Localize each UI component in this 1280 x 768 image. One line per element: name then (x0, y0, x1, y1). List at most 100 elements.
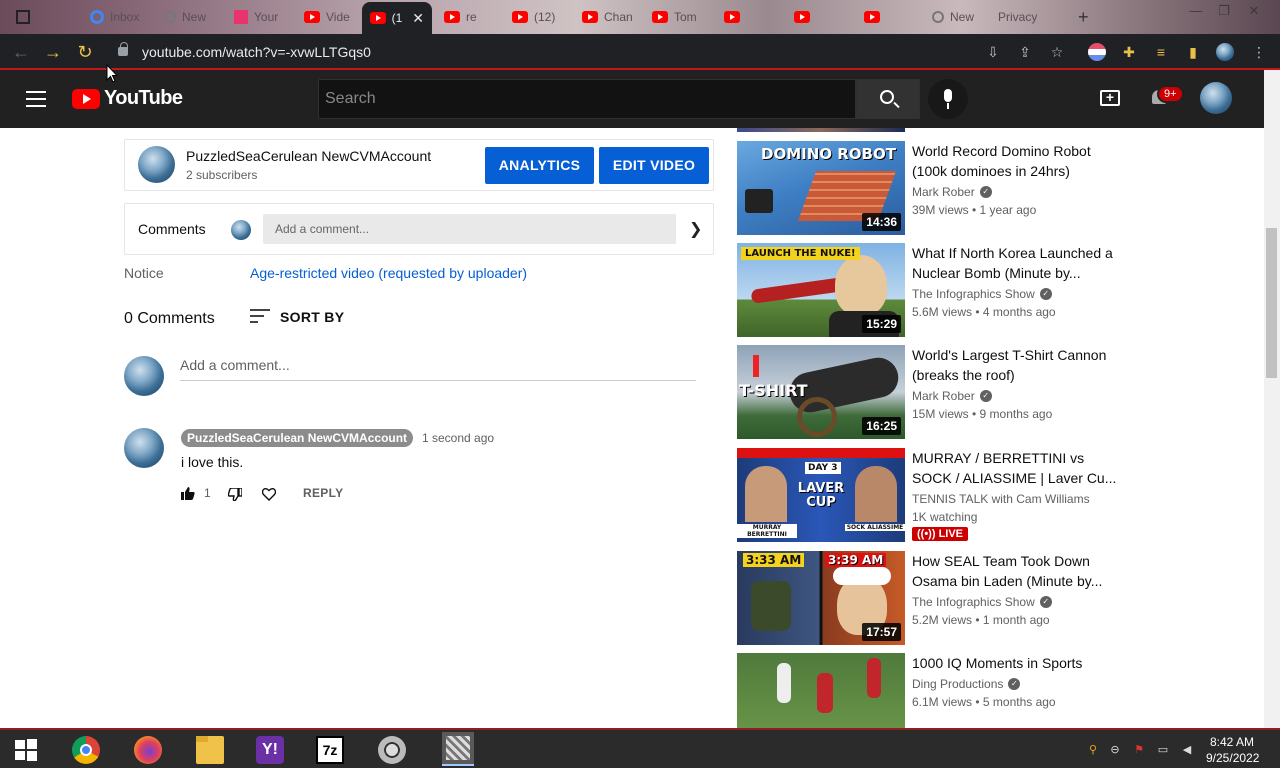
forward-icon[interactable]: → (42, 41, 64, 63)
tab-yt-b[interactable] (786, 4, 818, 30)
tab-yt-c[interactable] (856, 4, 888, 30)
browser-menu-icon[interactable]: ⋮ (1250, 43, 1268, 61)
close-window-icon[interactable]: ✕ (1240, 2, 1268, 20)
share-icon[interactable]: ⇪ (1016, 43, 1034, 61)
film-reel-icon[interactable] (378, 736, 406, 764)
video-channel[interactable]: The Infographics Show ✓ (912, 287, 1052, 301)
active-app-icon[interactable] (442, 732, 474, 766)
recommended-video[interactable]: 1000 IQ Moments in Sports Ding Productio… (737, 653, 1137, 728)
extensions-puzzle-icon[interactable]: ✚ (1120, 43, 1138, 61)
chrome-taskbar-icon[interactable] (72, 736, 100, 764)
new-tab-icon[interactable]: + (1070, 4, 1097, 30)
page-scrollbar-thumb[interactable] (1266, 228, 1277, 378)
recommended-video[interactable]: LAUNCH THE NUKE! 15:29 What If North Kor… (737, 243, 1137, 337)
taskbar-clock-date[interactable]: 9/25/2022 (1206, 751, 1259, 765)
tab-12[interactable]: (12) (504, 4, 563, 30)
video-thumbnail[interactable]: DOMINO ROBOT 14:36 (737, 141, 905, 235)
edit-video-button[interactable]: EDIT VIDEO (599, 147, 709, 184)
recommended-video[interactable]: DAY 3 LAVER CUP MURRAY BERRETTINI SOCK A… (737, 448, 1137, 544)
back-icon[interactable]: ← (10, 41, 32, 63)
create-video-icon[interactable]: + (1100, 90, 1120, 106)
search-button[interactable] (856, 79, 920, 119)
tab-privacy[interactable]: Privacy (990, 4, 1045, 30)
recommended-video[interactable]: 3:33 AM 3:39 AM 17:57 How SEAL Team Took… (737, 551, 1137, 645)
minimize-icon[interactable]: — (1182, 2, 1210, 20)
tab-inbox[interactable]: Inbox (82, 4, 147, 30)
tab-tom[interactable]: Tom (644, 4, 705, 30)
7zip-icon[interactable]: 7z (316, 736, 344, 764)
bookmark-star-icon[interactable]: ☆ (1048, 43, 1066, 61)
video-title[interactable]: World Record Domino Robot (100k dominoes… (912, 141, 1127, 181)
profile-avatar-icon[interactable] (1216, 43, 1234, 61)
comment-author-name[interactable]: PuzzledSeaCerulean NewCVMAccount (181, 429, 414, 447)
recommended-video[interactable]: T-SHIRT 16:25 World's Largest T-Shirt Ca… (737, 345, 1137, 439)
video-title[interactable]: World's Largest T-Shirt Cannon (breaks t… (912, 345, 1127, 385)
tab-yt-a[interactable] (716, 4, 748, 30)
video-thumbnail[interactable]: DAY 3 LAVER CUP MURRAY BERRETTINI SOCK A… (737, 448, 905, 542)
video-thumbnail[interactable]: LAUNCH THE NUKE! 15:29 (737, 243, 905, 337)
dislike-icon[interactable] (228, 488, 242, 501)
install-icon[interactable]: ⇩ (984, 43, 1002, 61)
youtube-logo[interactable]: YouTube (72, 87, 183, 110)
video-channel[interactable]: Mark Rober ✓ (912, 185, 992, 199)
video-thumbnail[interactable] (737, 653, 905, 728)
address-bar[interactable]: youtube.com/watch?v=-xvwLLTGqs0 (110, 38, 1120, 66)
minus-tray-icon[interactable]: ⊖ (1108, 743, 1122, 757)
channel-name[interactable]: PuzzledSeaCerulean NewCVMAccount (186, 148, 431, 164)
flag-tray-icon[interactable]: ⚑ (1132, 743, 1146, 757)
reload-icon[interactable]: ↻ (74, 41, 96, 63)
video-channel[interactable]: The Infographics Show ✓ (912, 595, 1052, 609)
video-title[interactable]: 1000 IQ Moments in Sports (912, 653, 1127, 673)
page-scrollbar-track[interactable] (1264, 70, 1280, 728)
comment-author-avatar[interactable] (124, 428, 164, 468)
reply-button[interactable]: REPLY (303, 486, 343, 500)
video-thumbnail[interactable]: 3:33 AM 3:39 AM 17:57 (737, 551, 905, 645)
reading-list-icon[interactable]: ≡ (1152, 43, 1170, 61)
video-channel[interactable]: Mark Rober ✓ (912, 389, 992, 403)
taskbar-clock-time[interactable]: 8:42 AM (1210, 735, 1254, 749)
video-title[interactable]: MURRAY / BERRETTINI vs SOCK / ALIASSIME … (912, 448, 1127, 488)
chevron-right-icon[interactable]: ❯ (689, 219, 702, 239)
previous-video-thumbnail[interactable] (737, 128, 905, 132)
yahoo-app-icon[interactable]: Y! (256, 736, 284, 764)
tab-chan[interactable]: Chan (574, 4, 641, 30)
side-panel-icon[interactable]: ▮ (1184, 43, 1202, 61)
firefox-taskbar-icon[interactable] (134, 736, 162, 764)
tab-new-2[interactable]: New (924, 4, 982, 30)
channel-avatar[interactable] (138, 146, 175, 183)
heart-icon[interactable] (262, 488, 276, 501)
comments-teaser[interactable]: Comments Add a comment... ❯ (124, 203, 714, 255)
extension-flag-icon[interactable] (1088, 43, 1106, 61)
comment-teaser-input[interactable]: Add a comment... (263, 214, 676, 244)
tab-search-icon[interactable] (8, 4, 38, 30)
volume-tray-icon[interactable]: ◀ (1180, 743, 1194, 757)
video-channel[interactable]: TENNIS TALK with Cam Williams (912, 492, 1090, 506)
sort-icon[interactable] (250, 309, 270, 323)
tab-re[interactable]: re (436, 4, 485, 30)
recommended-video[interactable]: DOMINO ROBOT 14:36 World Record Domino R… (737, 141, 1137, 235)
analytics-button[interactable]: ANALYTICS (485, 147, 594, 184)
restore-icon[interactable]: ❐ (1210, 2, 1238, 20)
tab-your[interactable]: Your (226, 4, 286, 30)
video-thumbnail[interactable]: T-SHIRT 16:25 (737, 345, 905, 439)
comment-timestamp[interactable]: 1 second ago (422, 431, 494, 445)
notice-link[interactable]: Age-restricted video (requested by uploa… (250, 265, 527, 281)
windows-start-icon[interactable] (14, 738, 38, 762)
video-title[interactable]: What If North Korea Launched a Nuclear B… (912, 243, 1127, 283)
video-title[interactable]: How SEAL Team Took Down Osama bin Laden … (912, 551, 1127, 591)
sort-by-button[interactable]: SORT BY (280, 309, 344, 325)
video-channel[interactable]: Ding Productions ✓ (912, 677, 1021, 691)
tab-new[interactable]: New (156, 4, 214, 30)
hamburger-menu-icon[interactable] (26, 91, 46, 107)
tab-video[interactable]: Vide (296, 4, 358, 30)
voice-search-mic-icon[interactable] (928, 79, 968, 119)
search-tray-icon[interactable]: ⚲ (1086, 743, 1100, 757)
tab-active[interactable]: (1 ✕ (362, 2, 432, 34)
network-tray-icon[interactable]: ▭ (1156, 743, 1170, 757)
search-input[interactable]: Search (318, 79, 856, 119)
close-tab-icon[interactable]: ✕ (412, 10, 424, 27)
add-comment-input[interactable]: Add a comment... (180, 357, 696, 381)
file-explorer-icon[interactable] (196, 736, 224, 764)
account-avatar[interactable] (1200, 82, 1232, 114)
like-icon[interactable] (181, 487, 195, 500)
